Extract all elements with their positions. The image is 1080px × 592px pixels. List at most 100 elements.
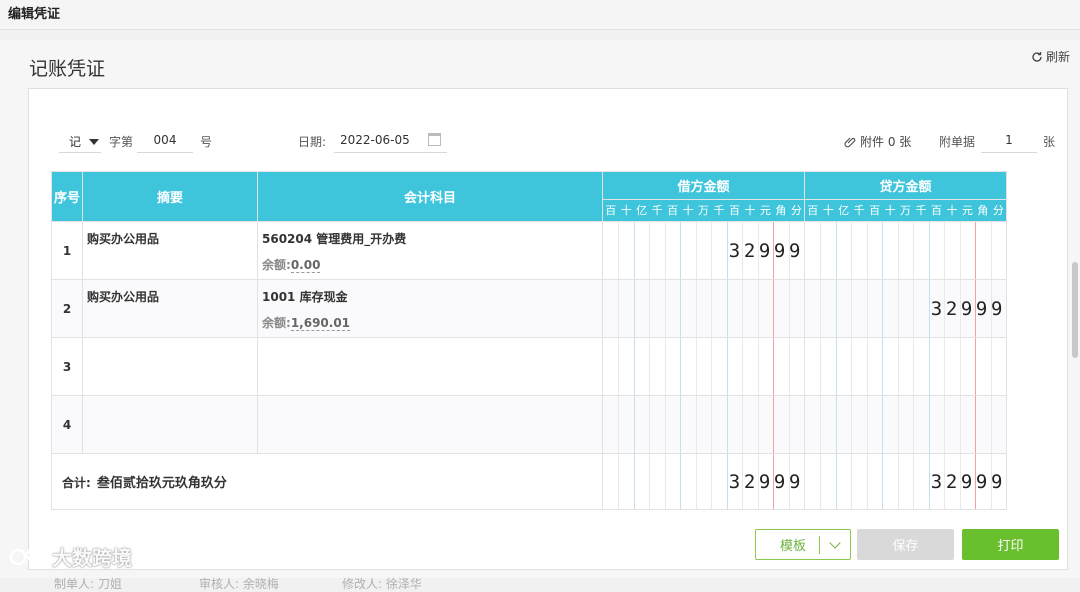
debit-cell[interactable]: [602, 279, 805, 338]
digit-unit-7: 千: [713, 204, 725, 217]
row-seq: 1: [51, 221, 83, 280]
grid-line: [773, 338, 775, 395]
summary-cell[interactable]: [82, 337, 258, 396]
credit-cell[interactable]: [804, 337, 1007, 396]
debit-cell[interactable]: 32999: [602, 221, 805, 280]
credit-cell[interactable]: [804, 395, 1007, 454]
grid-line: [711, 222, 713, 279]
total-debit-cell[interactable]: 32999: [602, 453, 805, 510]
grid-line: [757, 396, 759, 453]
header-seq: 序号: [51, 171, 83, 222]
refresh-button[interactable]: 刷新: [1031, 48, 1070, 65]
voucher-card: 记 字第 004 号 日期: 2022-06-05 附件 0 张 附单据 1 张…: [28, 88, 1068, 591]
grid-line: [897, 280, 899, 337]
date-label: 日期:: [298, 135, 327, 149]
refresh-icon: [1032, 51, 1042, 62]
grid-line: [742, 396, 744, 453]
account-cell[interactable]: [257, 395, 603, 454]
grid-line: [664, 222, 666, 279]
grid-line: [975, 338, 977, 395]
header-summary: 摘要: [82, 171, 258, 222]
header-debit: 借方金额: [602, 171, 805, 200]
digit-unit-5: 十: [884, 204, 896, 217]
grid-line: [866, 396, 868, 453]
grid-line: [757, 338, 759, 395]
summary-cell[interactable]: 购买办公用品: [82, 279, 258, 338]
credit-cell[interactable]: 32999: [804, 279, 1007, 338]
grid-line: [990, 222, 992, 279]
credit-cell[interactable]: [804, 221, 1007, 280]
digit-unit-12: 分: [992, 204, 1004, 217]
voucher-type-select[interactable]: 记: [59, 131, 101, 153]
amount-grid: [805, 222, 1006, 279]
grid-line: [866, 338, 868, 395]
grid-line: [664, 280, 666, 337]
grid-line: [633, 454, 635, 509]
grid-line: [851, 454, 853, 509]
grid-line: [928, 396, 930, 453]
template-button[interactable]: 模板: [755, 529, 851, 560]
grid-line: [726, 338, 728, 395]
grid-line: [788, 338, 790, 395]
credit-digit-units: 百十亿千百十万千百十元角分: [804, 199, 1007, 222]
digit-unit-9: 十: [744, 204, 756, 217]
vertical-scrollbar[interactable]: [1072, 262, 1078, 358]
save-button[interactable]: 保存: [857, 529, 954, 560]
digit-unit-10: 元: [961, 204, 973, 217]
amount-digits: 32999: [728, 470, 804, 493]
grid-line: [618, 222, 620, 279]
grid-line: [711, 280, 713, 337]
voucher-number-input[interactable]: 004: [137, 129, 193, 153]
row-seq: 2: [51, 279, 83, 338]
account-cell[interactable]: 560204 管理费用_开办费 余额:0.00: [257, 221, 603, 280]
digit-unit-0: 百: [807, 204, 819, 217]
chevron-down-icon[interactable]: [829, 537, 841, 549]
summary-cell[interactable]: [82, 395, 258, 454]
template-label: 模板: [780, 539, 807, 554]
calendar-icon[interactable]: [428, 133, 441, 146]
watermark-text: 大数跨境: [52, 546, 132, 570]
grid-line: [866, 454, 868, 509]
grid-line: [882, 338, 884, 395]
debit-units-row: 百十亿千百十万千百十元角分: [603, 200, 804, 221]
grid-line: [680, 280, 682, 337]
summary-cell[interactable]: 购买办公用品: [82, 221, 258, 280]
balance-value: 1,690.01: [290, 316, 351, 331]
amount-digits: 32999: [930, 470, 1006, 493]
grid-line: [618, 396, 620, 453]
grid-line: [882, 222, 884, 279]
grid-line: [913, 222, 915, 279]
amount-digits: 32999: [930, 297, 1006, 320]
grid-line: [633, 396, 635, 453]
grid-line: [618, 280, 620, 337]
zi-label: 字第: [109, 135, 134, 149]
grid-line: [664, 454, 666, 509]
total-amount-words: 叁佰贰拾玖元玖角玖分: [96, 476, 227, 491]
grid-line: [835, 454, 837, 509]
fdj-count-input[interactable]: 1: [981, 129, 1037, 153]
print-button[interactable]: 打印: [962, 529, 1059, 560]
grid-line: [882, 280, 884, 337]
date-input[interactable]: 2022-06-05: [334, 129, 447, 153]
row-seq: 4: [51, 395, 83, 454]
account-cell[interactable]: 1001 库存现金 余额:1,690.01: [257, 279, 603, 338]
attachment-link[interactable]: 附件 0 张: [844, 133, 911, 150]
account-cell[interactable]: [257, 337, 603, 396]
digit-unit-1: 十: [620, 204, 632, 217]
debit-cell[interactable]: [602, 337, 805, 396]
grid-line: [773, 280, 775, 337]
grid-line: [711, 338, 713, 395]
grid-line: [928, 338, 930, 395]
grid-line: [695, 454, 697, 509]
grid-line: [618, 454, 620, 509]
total-credit-cell[interactable]: 32999: [804, 453, 1007, 510]
grid-line: [944, 338, 946, 395]
watermark: 大数跨境: [8, 542, 132, 571]
debit-cell[interactable]: [602, 395, 805, 454]
voucher-panel: 记账凭证 刷新 记 字第 004 号 日期: 2022-06-05 附件 0 张…: [0, 40, 1080, 591]
total-label: 合计:: [62, 476, 91, 490]
grid-line: [866, 280, 868, 337]
grid-line: [835, 280, 837, 337]
table-row: 3: [51, 337, 1007, 396]
grid-line: [788, 280, 790, 337]
